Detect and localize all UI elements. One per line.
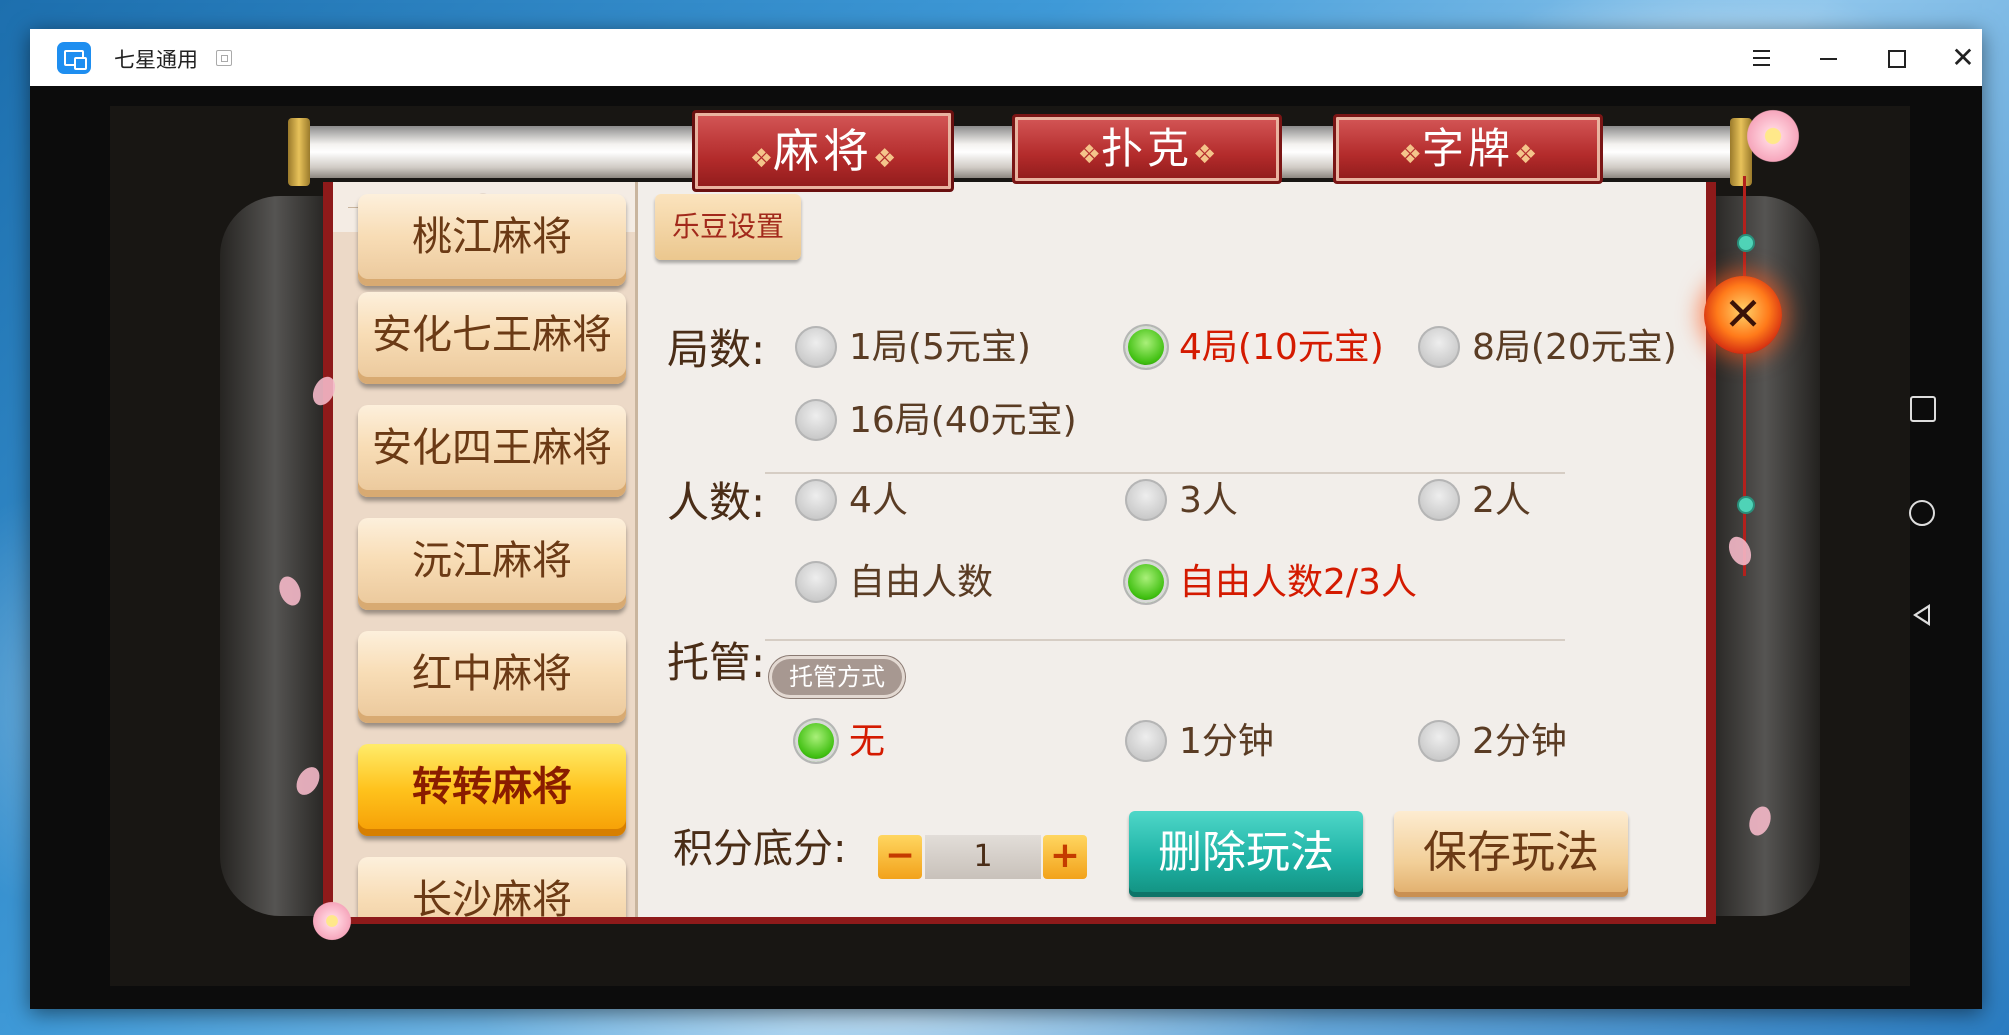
pin-icon[interactable] <box>216 50 232 66</box>
game-item-changsha[interactable]: 长沙麻将 <box>358 857 626 917</box>
game-item-label: 桃江麻将 <box>412 214 572 260</box>
option-label: 2人 <box>1472 480 1531 521</box>
home-icon[interactable] <box>1909 500 1935 526</box>
base-score-plus-button[interactable]: + <box>1043 835 1087 879</box>
game-item-taojiang[interactable]: 桃江麻将 <box>358 194 626 286</box>
radio-icon <box>1418 479 1460 521</box>
tab-ornament-icon: ❖ <box>749 144 773 174</box>
option-label: 无 <box>849 721 886 762</box>
option-label: 4人 <box>849 480 908 521</box>
option-label: 8局(20元宝) <box>1472 327 1677 368</box>
autoplay-label: 托管: <box>667 638 766 687</box>
divider <box>765 639 1565 641</box>
option-label: 16局(40元宝) <box>849 400 1077 441</box>
game-item-label: 长沙麻将 <box>412 877 572 917</box>
option-label: 自由人数2/3人 <box>1179 562 1417 603</box>
tab-ornament-icon: ❖ <box>1193 140 1217 170</box>
ledou-settings-button[interactable]: 乐豆设置 <box>655 194 801 260</box>
recent-apps-icon[interactable] <box>1910 396 1936 422</box>
bead-ornament <box>1737 234 1755 252</box>
delete-rule-button[interactable]: 删除玩法 <box>1129 811 1363 897</box>
radio-icon <box>1125 720 1167 762</box>
menu-icon[interactable] <box>1743 41 1779 75</box>
window-title: 七星通用 <box>114 48 198 72</box>
game-item-zhuanzhuan[interactable]: 转转麻将 <box>358 744 626 836</box>
radio-selected-icon <box>1125 561 1167 603</box>
close-lantern-button[interactable]: ✕ <box>1704 276 1782 354</box>
tab-mahjong[interactable]: ❖麻将❖ <box>692 110 954 192</box>
maximize-icon[interactable] <box>1878 41 1914 75</box>
game-item-label: 安化四王麻将 <box>372 425 612 471</box>
title-bar: 七星通用 ✕ <box>30 29 1982 86</box>
option-label: 1局(5元宝) <box>849 327 1031 368</box>
radio-selected-icon <box>1125 326 1167 368</box>
option-label: 自由人数 <box>849 562 994 603</box>
back-icon[interactable] <box>1913 604 1930 626</box>
tab-ornament-icon: ❖ <box>1398 140 1422 170</box>
tab-ornament-icon: ❖ <box>873 144 897 174</box>
game-item-label: 沅江麻将 <box>412 538 572 584</box>
rounds-label: 局数: <box>667 325 766 374</box>
close-icon: ✕ <box>1723 287 1763 341</box>
blossom-ornament <box>310 899 354 943</box>
radio-icon <box>1418 720 1460 762</box>
radio-icon <box>795 561 837 603</box>
game-item-anhua-qiwang[interactable]: 安化七王麻将 <box>358 292 626 384</box>
settings-content: 乐豆设置 局数: 1局(5元宝) 4局(10元宝) 8局(20元宝) 16局(4… <box>645 182 1705 917</box>
game-item-label: 安化七王麻将 <box>372 312 612 358</box>
radio-icon <box>795 479 837 521</box>
close-window-icon[interactable]: ✕ <box>1945 41 1981 75</box>
divider <box>765 472 1565 474</box>
blossom-ornament <box>1743 106 1803 166</box>
option-label: 1分钟 <box>1179 721 1274 762</box>
tab-zipai[interactable]: ❖字牌❖ <box>1333 114 1603 184</box>
game-item-label: 转转麻将 <box>412 764 572 810</box>
game-item-anhua-siwang[interactable]: 安化四王麻将 <box>358 405 626 497</box>
tab-ornament-icon: ❖ <box>1077 140 1101 170</box>
option-label: 4局(10元宝) <box>1179 327 1384 368</box>
radio-selected-icon <box>795 720 837 762</box>
bead-ornament <box>1737 496 1755 514</box>
players-label: 人数: <box>667 478 766 527</box>
game-item-label: 红中麻将 <box>412 651 572 697</box>
base-score-minus-button[interactable]: − <box>878 835 922 879</box>
app-window: 七星通用 ✕ 桃江麻将 安化七王麻将 安化四王麻将 沅江麻将 红中麻将 转转麻将… <box>30 29 1982 1009</box>
tab-label: 扑克 <box>1100 124 1193 173</box>
tab-poker[interactable]: ❖扑克❖ <box>1012 114 1282 184</box>
base-score-label: 积分底分: <box>673 826 847 872</box>
game-list: 桃江麻将 安化七王麻将 安化四王麻将 沅江麻将 红中麻将 转转麻将 长沙麻将 <box>333 182 638 917</box>
save-rule-button[interactable]: 保存玩法 <box>1394 811 1628 897</box>
radio-icon <box>1125 479 1167 521</box>
radio-icon <box>1418 326 1460 368</box>
tab-label: 字牌 <box>1421 124 1514 173</box>
game-item-yuanjiang[interactable]: 沅江麻将 <box>358 518 626 610</box>
autoplay-mode-badge[interactable]: 托管方式 <box>769 656 905 698</box>
tab-label: 麻将 <box>773 124 873 178</box>
game-item-hongzhong[interactable]: 红中麻将 <box>358 631 626 723</box>
tab-ornament-icon: ❖ <box>1514 140 1538 170</box>
option-label: 2分钟 <box>1472 721 1567 762</box>
radio-icon <box>795 399 837 441</box>
game-viewport: 桃江麻将 安化七王麻将 安化四王麻将 沅江麻将 红中麻将 转转麻将 长沙麻将 乐… <box>30 86 1982 1009</box>
base-score-value[interactable]: 1 <box>925 835 1041 879</box>
radio-icon <box>795 326 837 368</box>
panel-inner: 桃江麻将 安化七王麻将 安化四王麻将 沅江麻将 红中麻将 转转麻将 长沙麻将 乐… <box>333 182 1706 917</box>
option-label: 3人 <box>1179 480 1238 521</box>
rod-end-left <box>288 118 310 186</box>
app-icon <box>57 42 91 74</box>
left-curtain <box>220 196 330 916</box>
minimize-icon[interactable] <box>1810 41 1846 75</box>
